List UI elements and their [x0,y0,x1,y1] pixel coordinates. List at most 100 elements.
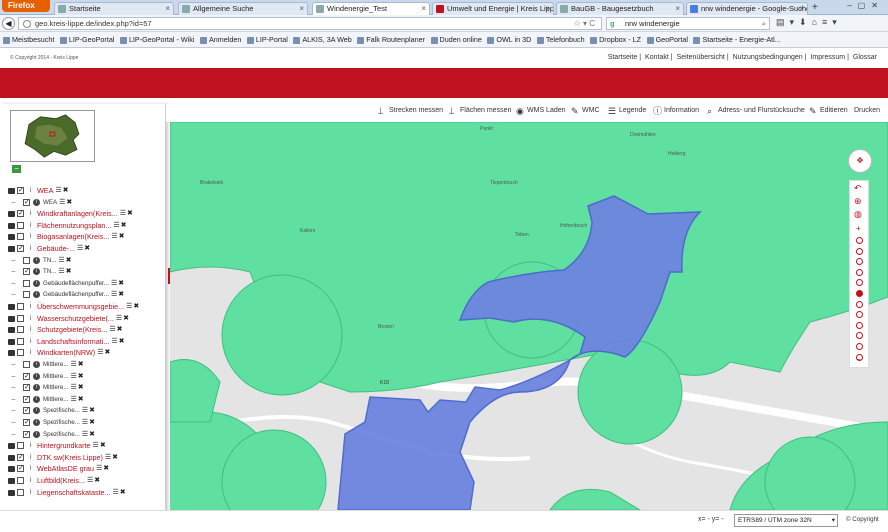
layer-item[interactable]: i Hintergrundkarte ☰✖ [8,441,163,451]
layer-checkbox[interactable] [17,233,24,241]
layer-tools-icon[interactable]: ☰✖ [120,209,134,219]
layer-label[interactable]: Spezifische... [43,430,80,440]
layer-checkbox[interactable] [23,256,30,264]
layer-item[interactable]: – i Gebäudeflächenpuffer... ☰✖ [8,290,163,300]
measure-area-button[interactable]: ⟘ Flächen messen [449,107,511,116]
close-icon[interactable]: × [545,3,550,14]
info-icon[interactable]: i [33,430,40,438]
layer-tools-icon[interactable]: ☰✖ [58,256,72,266]
zoom-in-button[interactable]: + [856,224,861,233]
layer-checkbox[interactable]: ✓ [17,210,24,218]
layer-label[interactable]: WEA [37,186,53,196]
layer-tools-icon[interactable]: ☰✖ [58,267,72,277]
layer-label[interactable]: Mittlere... [43,360,68,370]
layer-tools-icon[interactable]: ☰✖ [116,314,130,324]
info-icon[interactable]: i [27,210,34,217]
layer-tools-icon[interactable]: ☰✖ [70,360,84,370]
info-icon[interactable]: i [27,349,34,356]
bookmark-item[interactable]: LIP-Portal [246,32,288,47]
bookmark-item[interactable]: Falk Routenplaner [356,32,425,47]
info-icon[interactable]: i [33,256,40,264]
bookmark-item[interactable]: Duden online [430,32,482,47]
url-bar[interactable]: geo.kreis-lippe.de/index.php?id=57 ☆ ▾ C [18,17,602,30]
bookmark-item[interactable]: LIP-GeoPortal - Wiki [119,32,194,47]
tab-baugb[interactable]: BauGB - Baugesetzbuch × [556,2,684,15]
info-icon[interactable]: i [27,245,34,252]
globe-icon[interactable]: ◍ [854,210,862,219]
info-icon[interactable]: i [33,419,40,426]
zoom-level-step[interactable] [856,343,863,350]
layer-item[interactable]: i Schutzgebiete(Kreis... ☰✖ [8,325,163,335]
layer-item[interactable]: – ✓ i Mittlere... ☰✖ [8,395,163,405]
layer-item[interactable]: – ✓ i WEA ☰✖ [8,198,163,208]
layer-label[interactable]: Liegenschaftskataste... [37,488,111,498]
layer-checkbox[interactable]: ✓ [23,372,30,380]
overview-map[interactable] [10,110,95,162]
layer-label[interactable]: WEA [43,198,57,208]
firefox-menu-button[interactable]: Firefox [2,0,50,12]
folder-icon[interactable] [8,304,15,310]
layer-item[interactable]: – ✓ i TN... ☰✖ [8,267,163,277]
layer-label[interactable]: Wasserschutzgebiete(... [37,314,114,324]
folder-icon[interactable] [8,478,15,484]
folder-icon[interactable] [8,443,15,450]
info-icon[interactable]: i [33,372,40,380]
undo-icon[interactable]: ↶ [854,184,862,193]
info-icon[interactable]: i [27,338,34,345]
layer-label[interactable]: Hintergrundkarte [37,441,91,451]
layer-tools-icon[interactable]: ☰✖ [113,221,127,231]
zoom-out-button[interactable]: − [856,355,861,364]
folder-icon[interactable] [8,327,15,334]
layer-label[interactable]: Luftbild(Kreis... [37,476,85,486]
close-icon[interactable]: × [799,3,804,14]
layer-tools-icon[interactable]: ☰✖ [87,476,101,486]
info-icon[interactable]: i [33,395,40,403]
layer-label[interactable]: Mittlere... [43,383,68,393]
layer-checkbox[interactable]: ✓ [23,384,30,392]
info-icon[interactable]: i [27,222,34,229]
layer-checkbox[interactable]: ✓ [23,407,30,415]
info-icon[interactable]: i [27,489,34,496]
layer-item[interactable]: i Biogasanlagen(Kreis... ☰✖ [8,232,163,242]
layer-tools-icon[interactable]: ☰✖ [105,453,119,463]
layer-label[interactable]: Flächennutzungsplan... [37,221,111,231]
layer-tools-icon[interactable]: ☰✖ [93,441,107,451]
layer-item[interactable]: ✓ i WEA ☰✖ [8,186,163,196]
info-icon[interactable]: i [33,279,40,287]
browser-toolbar-icons[interactable]: ▤▾⬇⌂≡▾ [776,17,842,28]
layer-tools-icon[interactable]: ☰✖ [55,186,69,196]
layer-item[interactable]: i Landschaftsinformati... ☰✖ [8,337,163,347]
zoom-level-step[interactable] [856,311,863,319]
layer-label[interactable]: Spezifische... [43,406,80,416]
tab-google-suche[interactable]: nrw windenergie - Google-Suche × [686,2,808,15]
folder-icon[interactable] [8,466,15,473]
layer-checkbox[interactable]: ✓ [23,430,30,438]
bookmark-item[interactable]: Startseite - Energie-Atl... [692,32,781,47]
layer-checkbox[interactable]: ✓ [23,395,30,403]
close-icon[interactable]: × [165,3,170,14]
overview-collapse-button[interactable]: − [12,165,21,173]
layer-checkbox[interactable] [17,349,24,357]
info-icon[interactable]: i [27,187,34,194]
layer-label[interactable]: Spezifische... [43,418,80,428]
folder-icon[interactable] [8,454,15,461]
zoom-level-step[interactable] [856,268,863,276]
layer-tools-icon[interactable]: ☰✖ [97,348,111,358]
wms-load-button[interactable]: ◉ WMS Laden [516,107,566,116]
layer-label[interactable]: DTK sw(Kreis Lippe) [37,453,103,463]
wmc-button[interactable]: ✎ WMC [571,107,600,116]
top-link-glossar[interactable]: Glossar [853,54,877,61]
layer-checkbox[interactable] [23,279,30,287]
layer-tools-icon[interactable]: ☰✖ [70,383,84,393]
layer-checkbox[interactable]: ✓ [23,198,30,206]
layer-item[interactable]: – ✓ i Spezifische... ☰✖ [8,430,163,440]
layer-item[interactable]: – ✓ i Spezifische... ☰✖ [8,418,163,428]
layer-checkbox[interactable] [17,488,24,496]
layer-label[interactable]: Mittlere... [43,372,68,382]
layer-item[interactable]: i Luftbild(Kreis... ☰✖ [8,476,163,486]
layer-tools-icon[interactable]: ☰✖ [111,232,125,242]
info-icon[interactable]: i [33,291,40,299]
layer-checkbox[interactable] [17,221,24,229]
new-tab-button[interactable]: + [812,2,818,13]
layer-tools-icon[interactable]: ☰✖ [113,488,127,498]
